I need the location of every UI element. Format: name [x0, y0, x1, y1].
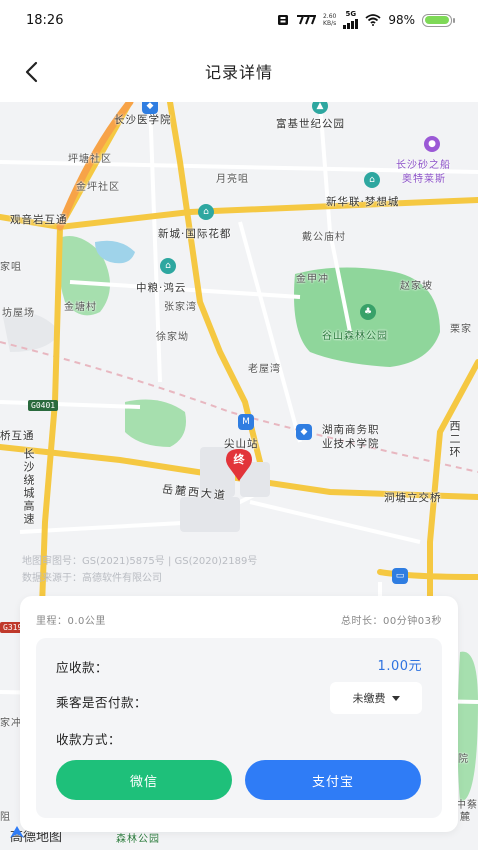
map-label: 徐家坳 [156, 332, 189, 343]
map-label: 坪塘社区 [68, 154, 112, 165]
map-label: 湖南商务职 [322, 424, 380, 436]
speed-unit: KB/s [323, 20, 337, 27]
mileage-text: 里程：0.0公里 [36, 616, 106, 627]
trip-summary: 里程：0.0公里 总时长：00分钟03秒 [36, 612, 442, 627]
network-type: 5G [345, 10, 357, 18]
map-label: 长沙砂之船 [396, 160, 451, 171]
shopping-icon[interactable]: ● [424, 136, 440, 152]
back-button[interactable] [16, 56, 48, 88]
map-label: 观音岩互通 [10, 214, 68, 226]
status-icons: 2.60 KB/s 5G 98% [277, 10, 455, 29]
map-label: 院 [458, 754, 469, 765]
map-data-source: 数据来源于：高德软件有限公司 [22, 573, 162, 584]
road-shield: G0401 [28, 400, 59, 411]
payment-status-value: 未缴费 [352, 692, 386, 705]
signal-icon [343, 18, 359, 29]
map-label: 桥互通 [0, 430, 35, 442]
map-label: 富基世纪公园 [276, 118, 345, 130]
duration-text: 总时长：00分钟03秒 [341, 616, 442, 627]
map-label: 戴公庙村 [302, 232, 346, 243]
bus-station-icon[interactable]: ▭ [392, 568, 408, 584]
payment-panel: 应收款： 1.00元 乘客是否付款： 未缴费 收款方式： 微信 支付宝 [36, 638, 442, 818]
map-label: 金坪社区 [76, 182, 120, 193]
map-label: 家咀 [0, 262, 22, 273]
payment-status-label: 乘客是否付款： [56, 695, 148, 710]
map-label: 新城·国际花都 [158, 228, 232, 240]
end-location-marker[interactable]: 终 [225, 448, 253, 482]
caret-down-icon [391, 695, 400, 701]
map-label: 张家湾 [164, 302, 197, 313]
map-label: 中粮·鸿云 [136, 282, 187, 294]
wifi-icon [365, 14, 381, 26]
map-label: 坊屋场 [2, 308, 35, 319]
map-label: 老屋湾 [248, 364, 281, 375]
map-label: 奥特莱斯 [402, 174, 446, 185]
notification-icon [277, 15, 288, 25]
speed-value: 2.60 [322, 13, 337, 20]
map-label: 家冲 [0, 718, 22, 729]
map-label: 阻 [0, 812, 11, 823]
map-label: 谷山森林公园 [322, 331, 388, 342]
page-title: 记录详情 [204, 63, 273, 82]
map-label: 金甲冲 [296, 274, 329, 285]
forest-icon[interactable]: ♣ [360, 304, 376, 320]
map-label: 森林公园 [116, 834, 160, 845]
map-label: 业技术学院 [322, 438, 380, 450]
map-label: 月亮咀 [216, 174, 249, 185]
status-time: 18:26 [26, 12, 64, 28]
app-icon [296, 15, 316, 25]
payment-method-label: 收款方式： [56, 732, 122, 747]
receivable-amount: 1.00元 [377, 659, 422, 674]
map-label: 麓 [460, 812, 471, 823]
map-label: 长沙医学院 [114, 114, 172, 126]
map-label: 长沙绕城高速 [22, 448, 35, 526]
battery-icon [422, 13, 455, 27]
record-detail-card: 里程：0.0公里 总时长：00分钟03秒 应收款： 1.00元 乘客是否付款： … [20, 596, 458, 832]
map-label: 赵家坡 [400, 281, 433, 292]
residence-icon[interactable]: ⌂ [364, 172, 380, 188]
alipay-button[interactable]: 支付宝 [245, 760, 421, 800]
end-marker-label: 终 [233, 453, 245, 466]
status-bar: 18:26 2.60 KB/s 5G 98% [0, 0, 478, 40]
map-label: 西二环 [448, 420, 461, 459]
school-icon[interactable]: ◆ [296, 424, 312, 440]
battery-percent: 98% [388, 13, 415, 27]
map-copyright: 地图审图号：GS(2021)5875号 | GS(2020)2189号 [22, 556, 258, 567]
signal: 5G [343, 10, 359, 29]
metro-station-icon[interactable]: M [238, 414, 254, 430]
wechat-pay-button[interactable]: 微信 [56, 760, 232, 800]
map-label: 栗家 [450, 324, 472, 335]
map-label: 金塘村 [64, 302, 97, 313]
network-speed: 2.60 KB/s [323, 13, 336, 27]
residence-icon[interactable]: ⌂ [198, 204, 214, 220]
chevron-left-icon [25, 61, 38, 83]
school-icon[interactable]: ◆ [142, 102, 158, 114]
nav-bar: 记录详情 [0, 40, 478, 102]
payment-status-select[interactable]: 未缴费 [330, 682, 422, 714]
receivable-label: 应收款： [56, 660, 109, 675]
residence-icon[interactable]: ⌂ [160, 258, 176, 274]
map-label: 洞塘立交桥 [384, 492, 442, 504]
map-label: 新华联·梦想城 [326, 196, 400, 208]
